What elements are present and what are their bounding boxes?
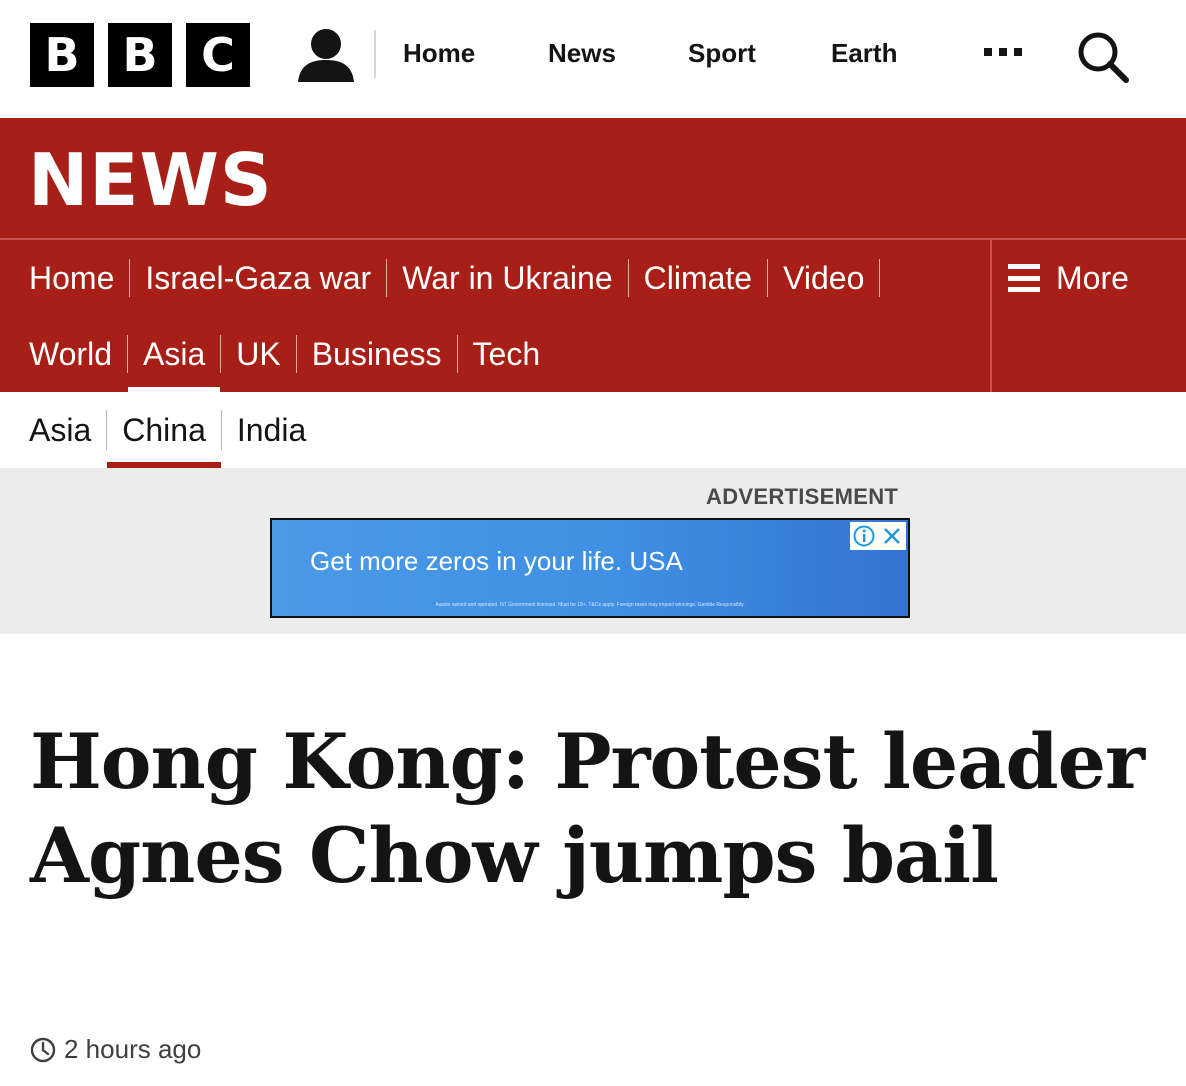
advert-banner[interactable]: Get more zeros in your life. USA Aussie …	[270, 518, 910, 618]
bbc-logo-block: C	[186, 23, 250, 87]
topnav-home-link[interactable]: Home	[403, 38, 475, 72]
close-icon[interactable]	[878, 522, 906, 550]
bbc-logo[interactable]: B B C	[30, 23, 250, 87]
section-subnav: Asia China India	[0, 392, 1186, 468]
nav-item-uk[interactable]: UK	[221, 336, 295, 373]
nav-separator	[879, 259, 881, 297]
bbc-logo-block: B	[108, 23, 172, 87]
nav-item-business[interactable]: Business	[297, 336, 457, 373]
bbc-logo-block: B	[30, 23, 94, 87]
topnav-earth-link[interactable]: Earth	[831, 38, 897, 72]
advert-fine-print: Aussie owned and operated. NT Government…	[435, 602, 745, 608]
masthead-divider	[0, 238, 1186, 240]
search-icon[interactable]	[1074, 28, 1132, 86]
news-nav-row-1: Home Israel-Gaza war War in Ukraine Clim…	[0, 256, 881, 300]
nav-item-video[interactable]: Video	[768, 260, 879, 297]
subnav-item-india[interactable]: India	[222, 392, 321, 468]
global-header: B B C Home News Sport Earth	[0, 0, 1186, 118]
nav-item-asia[interactable]: Asia	[127, 336, 221, 393]
advert-headline: Get more zeros in your life. USA	[310, 546, 683, 576]
advert-controls	[850, 522, 906, 550]
nav-item-war-in-ukraine[interactable]: War in Ukraine	[387, 260, 627, 297]
nav-item-world[interactable]: World	[0, 336, 127, 373]
nav-item-tech[interactable]: Tech	[458, 336, 556, 373]
subnav-item-asia[interactable]: Asia	[0, 392, 106, 468]
more-menu-label: More	[1056, 259, 1129, 296]
ellipsis-icon[interactable]	[984, 48, 1022, 56]
news-section-title[interactable]: NEWS	[28, 138, 273, 222]
article-headline: Hong Kong: Protest leader Agnes Chow jum…	[30, 717, 1145, 900]
topnav-news-link[interactable]: News	[548, 38, 616, 72]
header-divider	[374, 30, 376, 78]
subnav-item-china[interactable]: China	[107, 392, 221, 468]
news-masthead: NEWS Home Israel-Gaza war War in Ukraine…	[0, 118, 1186, 393]
advert-label: ADVERTISEMENT	[706, 484, 899, 509]
clock-icon	[30, 1037, 56, 1062]
article-timestamp: 2 hours ago	[30, 1034, 201, 1065]
advert-zone: ADVERTISEMENT Get more zeros in your lif…	[0, 468, 1186, 634]
info-icon[interactable]	[850, 522, 878, 550]
more-menu-button[interactable]: More	[1008, 256, 1129, 300]
masthead-vertical-divider	[990, 240, 992, 392]
hamburger-icon	[1008, 264, 1040, 292]
person-icon[interactable]	[296, 26, 356, 84]
nav-item-home[interactable]: Home	[0, 260, 129, 297]
topnav-sport-link[interactable]: Sport	[688, 38, 756, 72]
timestamp-text: 2 hours ago	[64, 1034, 202, 1064]
news-nav-row-2: World Asia UK Business Tech	[0, 332, 556, 393]
nav-item-climate[interactable]: Climate	[629, 260, 767, 297]
nav-item-israel-gaza-war[interactable]: Israel-Gaza war	[130, 260, 386, 297]
